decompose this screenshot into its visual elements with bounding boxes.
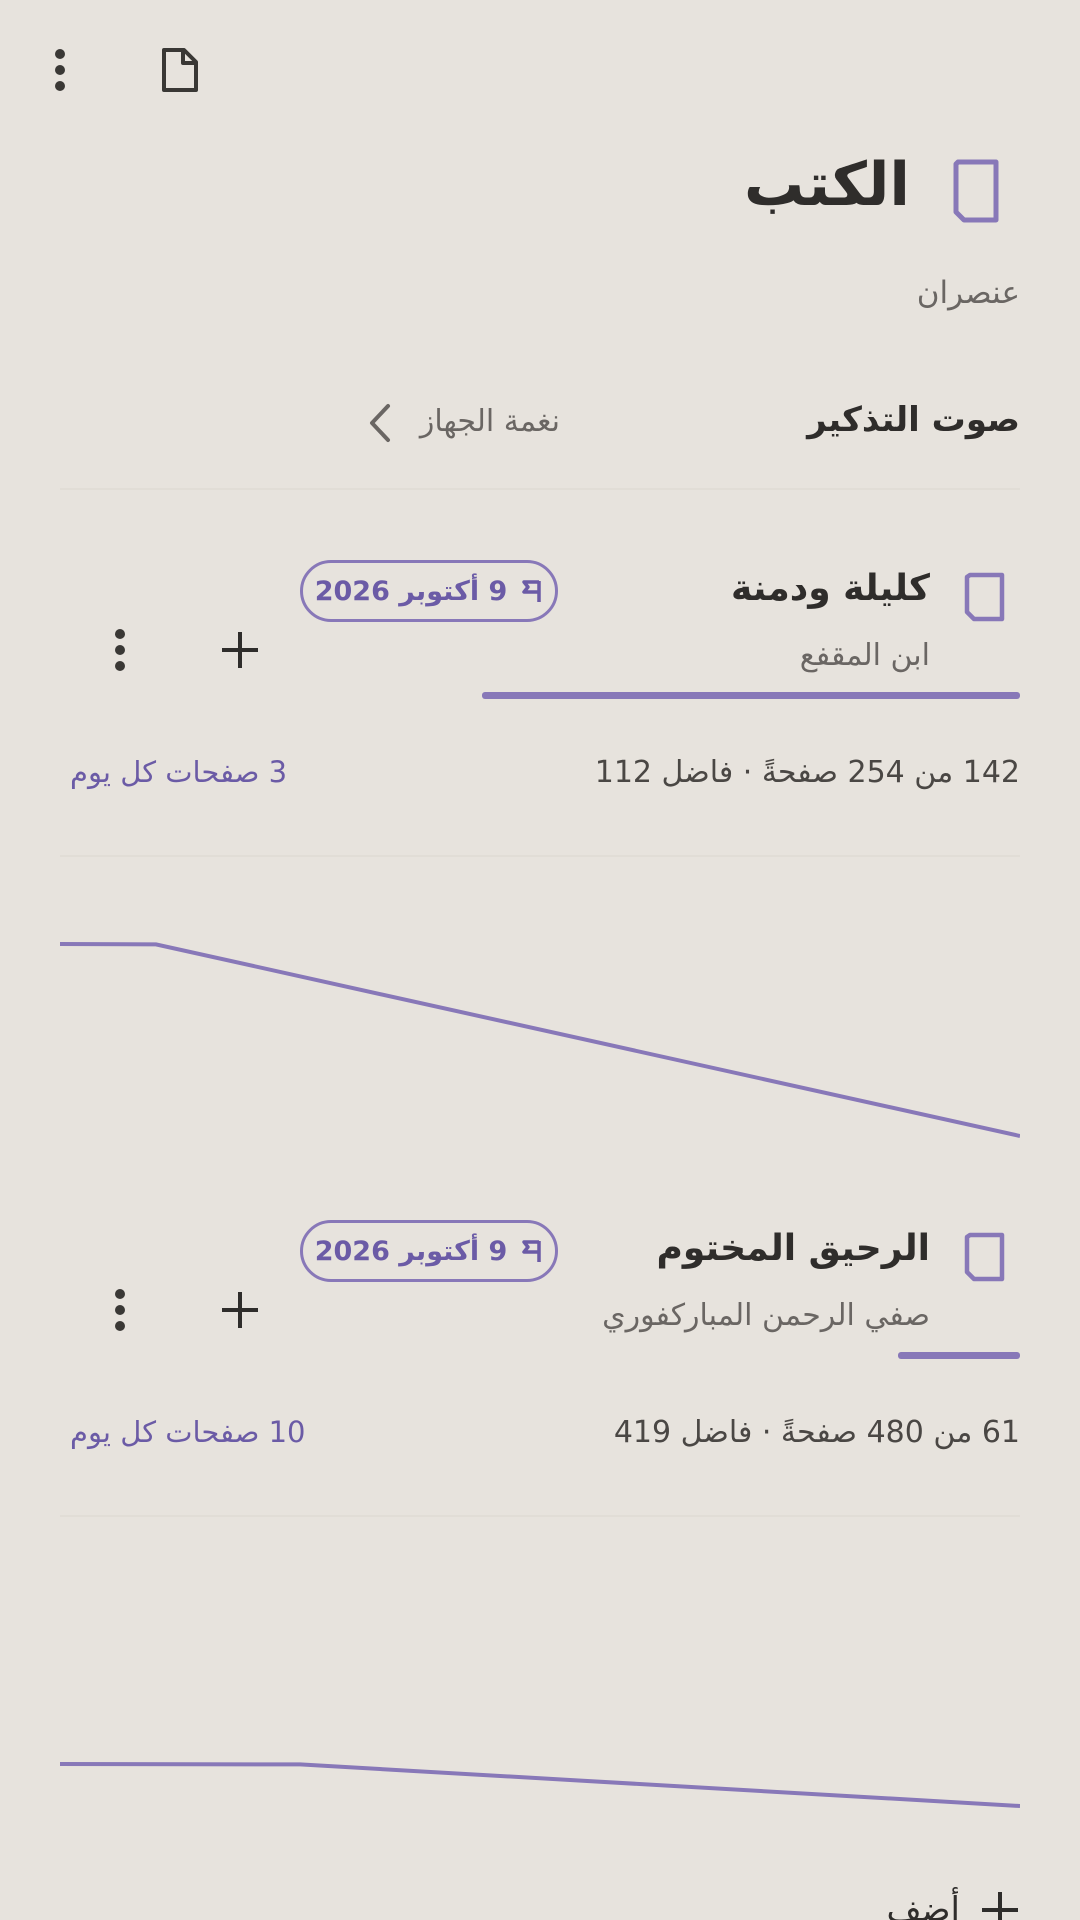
progress-bar <box>60 692 1020 699</box>
divider <box>60 488 1020 490</box>
item-count: عنصران <box>916 275 1020 311</box>
chart-series-line <box>60 1762 1020 1808</box>
add-book-label: أضف <box>886 1890 960 1920</box>
reminder-sound-label: صوت التذكير <box>807 400 1020 440</box>
book-author: ابن المقفع <box>799 638 930 673</box>
pages-stats: 61 من 480 صفحةً · فاضل 419 <box>613 1415 1020 1450</box>
book-icon <box>962 1232 1006 1282</box>
document-icon[interactable] <box>150 40 210 100</box>
plus-icon <box>222 1292 258 1328</box>
flag-icon <box>522 1240 542 1262</box>
add-book-button[interactable]: أضف <box>886 1880 1020 1920</box>
book-title: الرحيق المختوم <box>656 1228 930 1269</box>
page-title: الكتب <box>744 150 910 220</box>
books-screen: الكتب عنصران صوت التذكير نغمة الجهاز كلي… <box>0 0 1080 1920</box>
reminder-sound-setting[interactable]: صوت التذكير نغمة الجهاز <box>60 390 1020 460</box>
progress-fill <box>482 692 1020 699</box>
progress-bar <box>60 1352 1020 1359</box>
add-pages-button[interactable] <box>210 1280 270 1340</box>
deadline-date: 9 أكتوبر 2026 <box>314 1235 508 1267</box>
book-options-button[interactable] <box>90 1280 150 1340</box>
burndown-chart <box>60 942 1020 1138</box>
flag-icon <box>522 580 542 602</box>
book-title: كليلة ودمنة <box>730 568 930 609</box>
deadline-chip[interactable]: 9 أكتوبر 2026 <box>300 1220 558 1282</box>
burndown-chart <box>60 1762 1020 1808</box>
book-author: صفي الرحمن المباركفوري <box>602 1298 930 1333</box>
chart-series-line <box>60 942 1020 1138</box>
book-icon <box>948 158 1004 224</box>
more-vert-icon <box>115 629 125 671</box>
chevron-left-icon <box>360 398 400 448</box>
book-options-button[interactable] <box>90 620 150 680</box>
divider <box>60 1515 1020 1517</box>
plus-icon <box>222 632 258 668</box>
more-vert-icon[interactable] <box>30 40 90 100</box>
book-icon <box>962 572 1006 622</box>
add-pages-button[interactable] <box>210 620 270 680</box>
reminder-sound-value: نغمة الجهاز <box>419 404 560 439</box>
daily-goal: 3 صفحات كل يوم <box>70 755 288 789</box>
more-vert-icon <box>115 1289 125 1331</box>
deadline-chip[interactable]: 9 أكتوبر 2026 <box>300 560 558 622</box>
pages-stats: 142 من 254 صفحةً · فاضل 112 <box>594 755 1020 790</box>
progress-fill <box>898 1352 1020 1359</box>
plus-icon <box>982 1892 1018 1920</box>
daily-goal: 10 صفحات كل يوم <box>70 1415 306 1449</box>
deadline-date: 9 أكتوبر 2026 <box>314 575 508 607</box>
divider <box>60 855 1020 857</box>
